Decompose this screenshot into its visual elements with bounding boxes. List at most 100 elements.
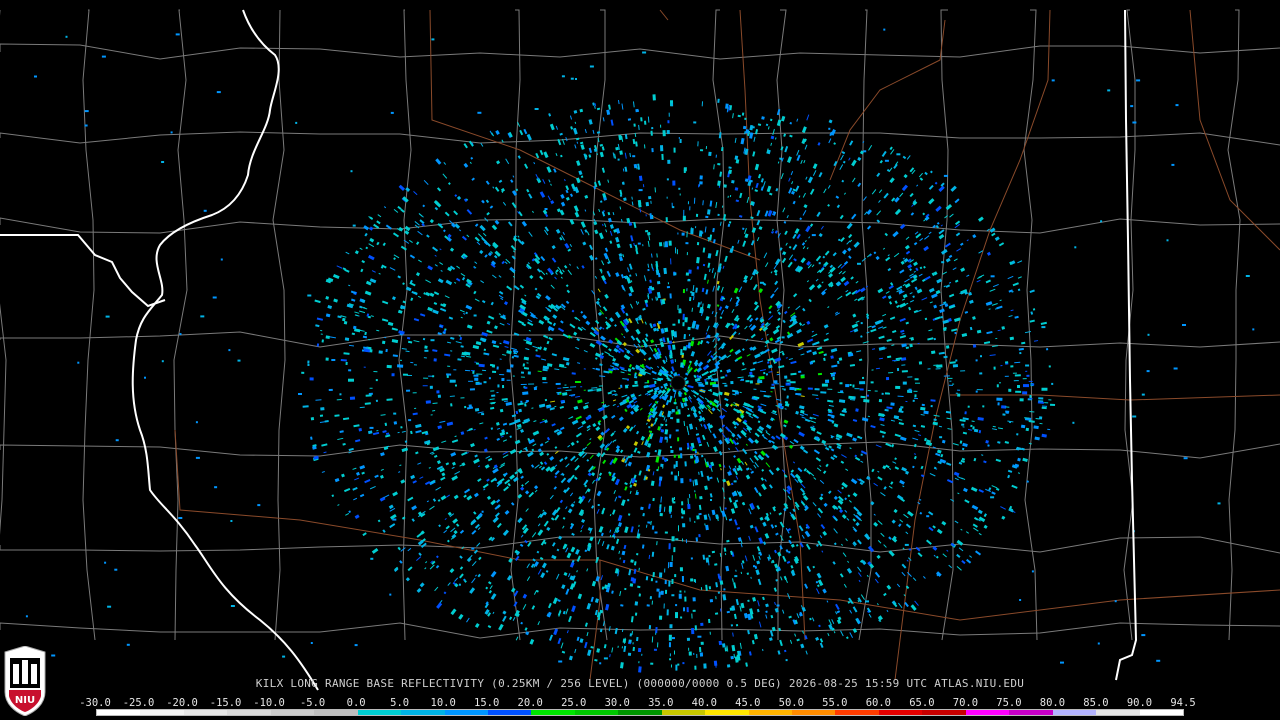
echo-pixel <box>783 388 786 391</box>
echo-pixel <box>815 581 818 584</box>
echo-pixel <box>1173 367 1178 370</box>
echo-pixel <box>65 35 68 38</box>
echo-pixel <box>670 449 674 453</box>
echo-pixel <box>722 643 726 648</box>
echo-pixel <box>408 419 412 422</box>
echo-pixel <box>996 397 1003 401</box>
echo-pixel <box>689 478 692 482</box>
echo-pixel <box>936 364 943 368</box>
echo-pixel <box>667 562 670 569</box>
echo-pixel <box>544 208 548 210</box>
echo-pixel <box>483 348 487 351</box>
echo-pixel <box>488 377 491 380</box>
echo-pixel <box>884 392 890 395</box>
echo-pixel <box>689 296 692 302</box>
echo-pixel <box>320 407 325 411</box>
echo-pixel <box>648 625 652 630</box>
echo-pixel <box>352 224 356 227</box>
echo-pixel <box>1114 600 1117 603</box>
echo-pixel <box>369 426 374 429</box>
echo-pixel <box>691 291 695 297</box>
echo-pixel <box>655 580 658 583</box>
echo-pixel <box>345 361 348 365</box>
echo-pixel <box>680 616 683 619</box>
echo-pixel <box>369 387 373 389</box>
echo-pixel <box>921 403 925 407</box>
echo-pixel <box>648 426 651 429</box>
echo-pixel <box>393 421 398 425</box>
echo-pixel <box>649 596 653 600</box>
echo-pixel <box>697 635 702 638</box>
echo-pixel <box>773 380 778 384</box>
echo-pixel <box>694 625 697 631</box>
scale-label: 45.0 <box>735 697 761 709</box>
echo-pixel <box>542 382 548 384</box>
echo-pixel <box>1217 502 1221 505</box>
echo-pixel <box>545 318 548 321</box>
echo-pixel <box>449 379 456 383</box>
echo-pixel <box>674 247 677 254</box>
echo-pixel <box>662 456 665 460</box>
map-background <box>0 0 1280 720</box>
echo-pixel <box>675 612 678 619</box>
echo-pixel <box>473 314 477 317</box>
scale-label: 94.5 <box>1170 697 1196 709</box>
echo-pixel <box>1019 351 1022 355</box>
echo-pixel <box>1028 398 1033 400</box>
echo-pixel <box>370 557 374 560</box>
echo-pixel <box>668 580 671 587</box>
echo-pixel <box>730 624 734 627</box>
echo-pixel <box>580 386 583 388</box>
echo-pixel <box>695 226 697 229</box>
echo-pixel <box>896 153 901 156</box>
echo-pixel <box>599 662 602 665</box>
echo-pixel <box>949 380 952 382</box>
echo-pixel <box>481 510 484 513</box>
echo-pixel <box>878 399 883 403</box>
echo-pixel <box>650 578 654 582</box>
echo-pixel <box>670 103 673 107</box>
echo-pixel <box>598 385 603 387</box>
echo-pixel <box>1029 394 1032 399</box>
echo-pixel <box>907 376 913 378</box>
echo-pixel <box>668 240 672 246</box>
echo-pixel <box>636 553 639 556</box>
echo-pixel <box>681 576 685 583</box>
echo-pixel <box>677 232 679 235</box>
echo-pixel <box>825 379 830 381</box>
echo-pixel <box>670 471 673 475</box>
echo-pixel <box>670 416 674 420</box>
echo-pixel <box>1037 401 1044 404</box>
echo-pixel <box>702 263 706 267</box>
echo-pixel <box>319 414 324 417</box>
echo-pixel <box>358 427 362 432</box>
echo-pixel <box>757 378 760 382</box>
echo-pixel <box>228 349 231 352</box>
echo-pixel <box>436 390 440 394</box>
echo-pixel <box>316 343 320 347</box>
echo-pixel <box>647 268 650 272</box>
echo-pixel <box>381 340 386 345</box>
echo-pixel <box>458 583 461 586</box>
echo-pixel <box>511 356 515 359</box>
echo-pixel <box>1008 388 1012 392</box>
echo-pixel <box>450 403 453 407</box>
echo-pixel <box>699 181 703 185</box>
echo-pixel <box>671 578 674 584</box>
echo-pixel <box>708 555 711 558</box>
echo-pixel <box>770 386 775 389</box>
echo-pixel <box>860 453 863 456</box>
echo-pixel <box>615 146 619 151</box>
echo-pixel <box>660 590 664 595</box>
echo-pixel <box>788 551 791 554</box>
echo-pixel <box>423 377 429 379</box>
echo-pixel <box>1100 220 1103 223</box>
echo-pixel <box>328 388 333 392</box>
echo-pixel <box>713 660 718 666</box>
echo-pixel <box>679 590 682 593</box>
echo-pixel <box>534 108 539 110</box>
echo-pixel <box>564 384 567 386</box>
echo-pixel <box>386 364 392 369</box>
echo-pixel <box>915 382 920 384</box>
echo-pixel <box>1183 457 1188 460</box>
